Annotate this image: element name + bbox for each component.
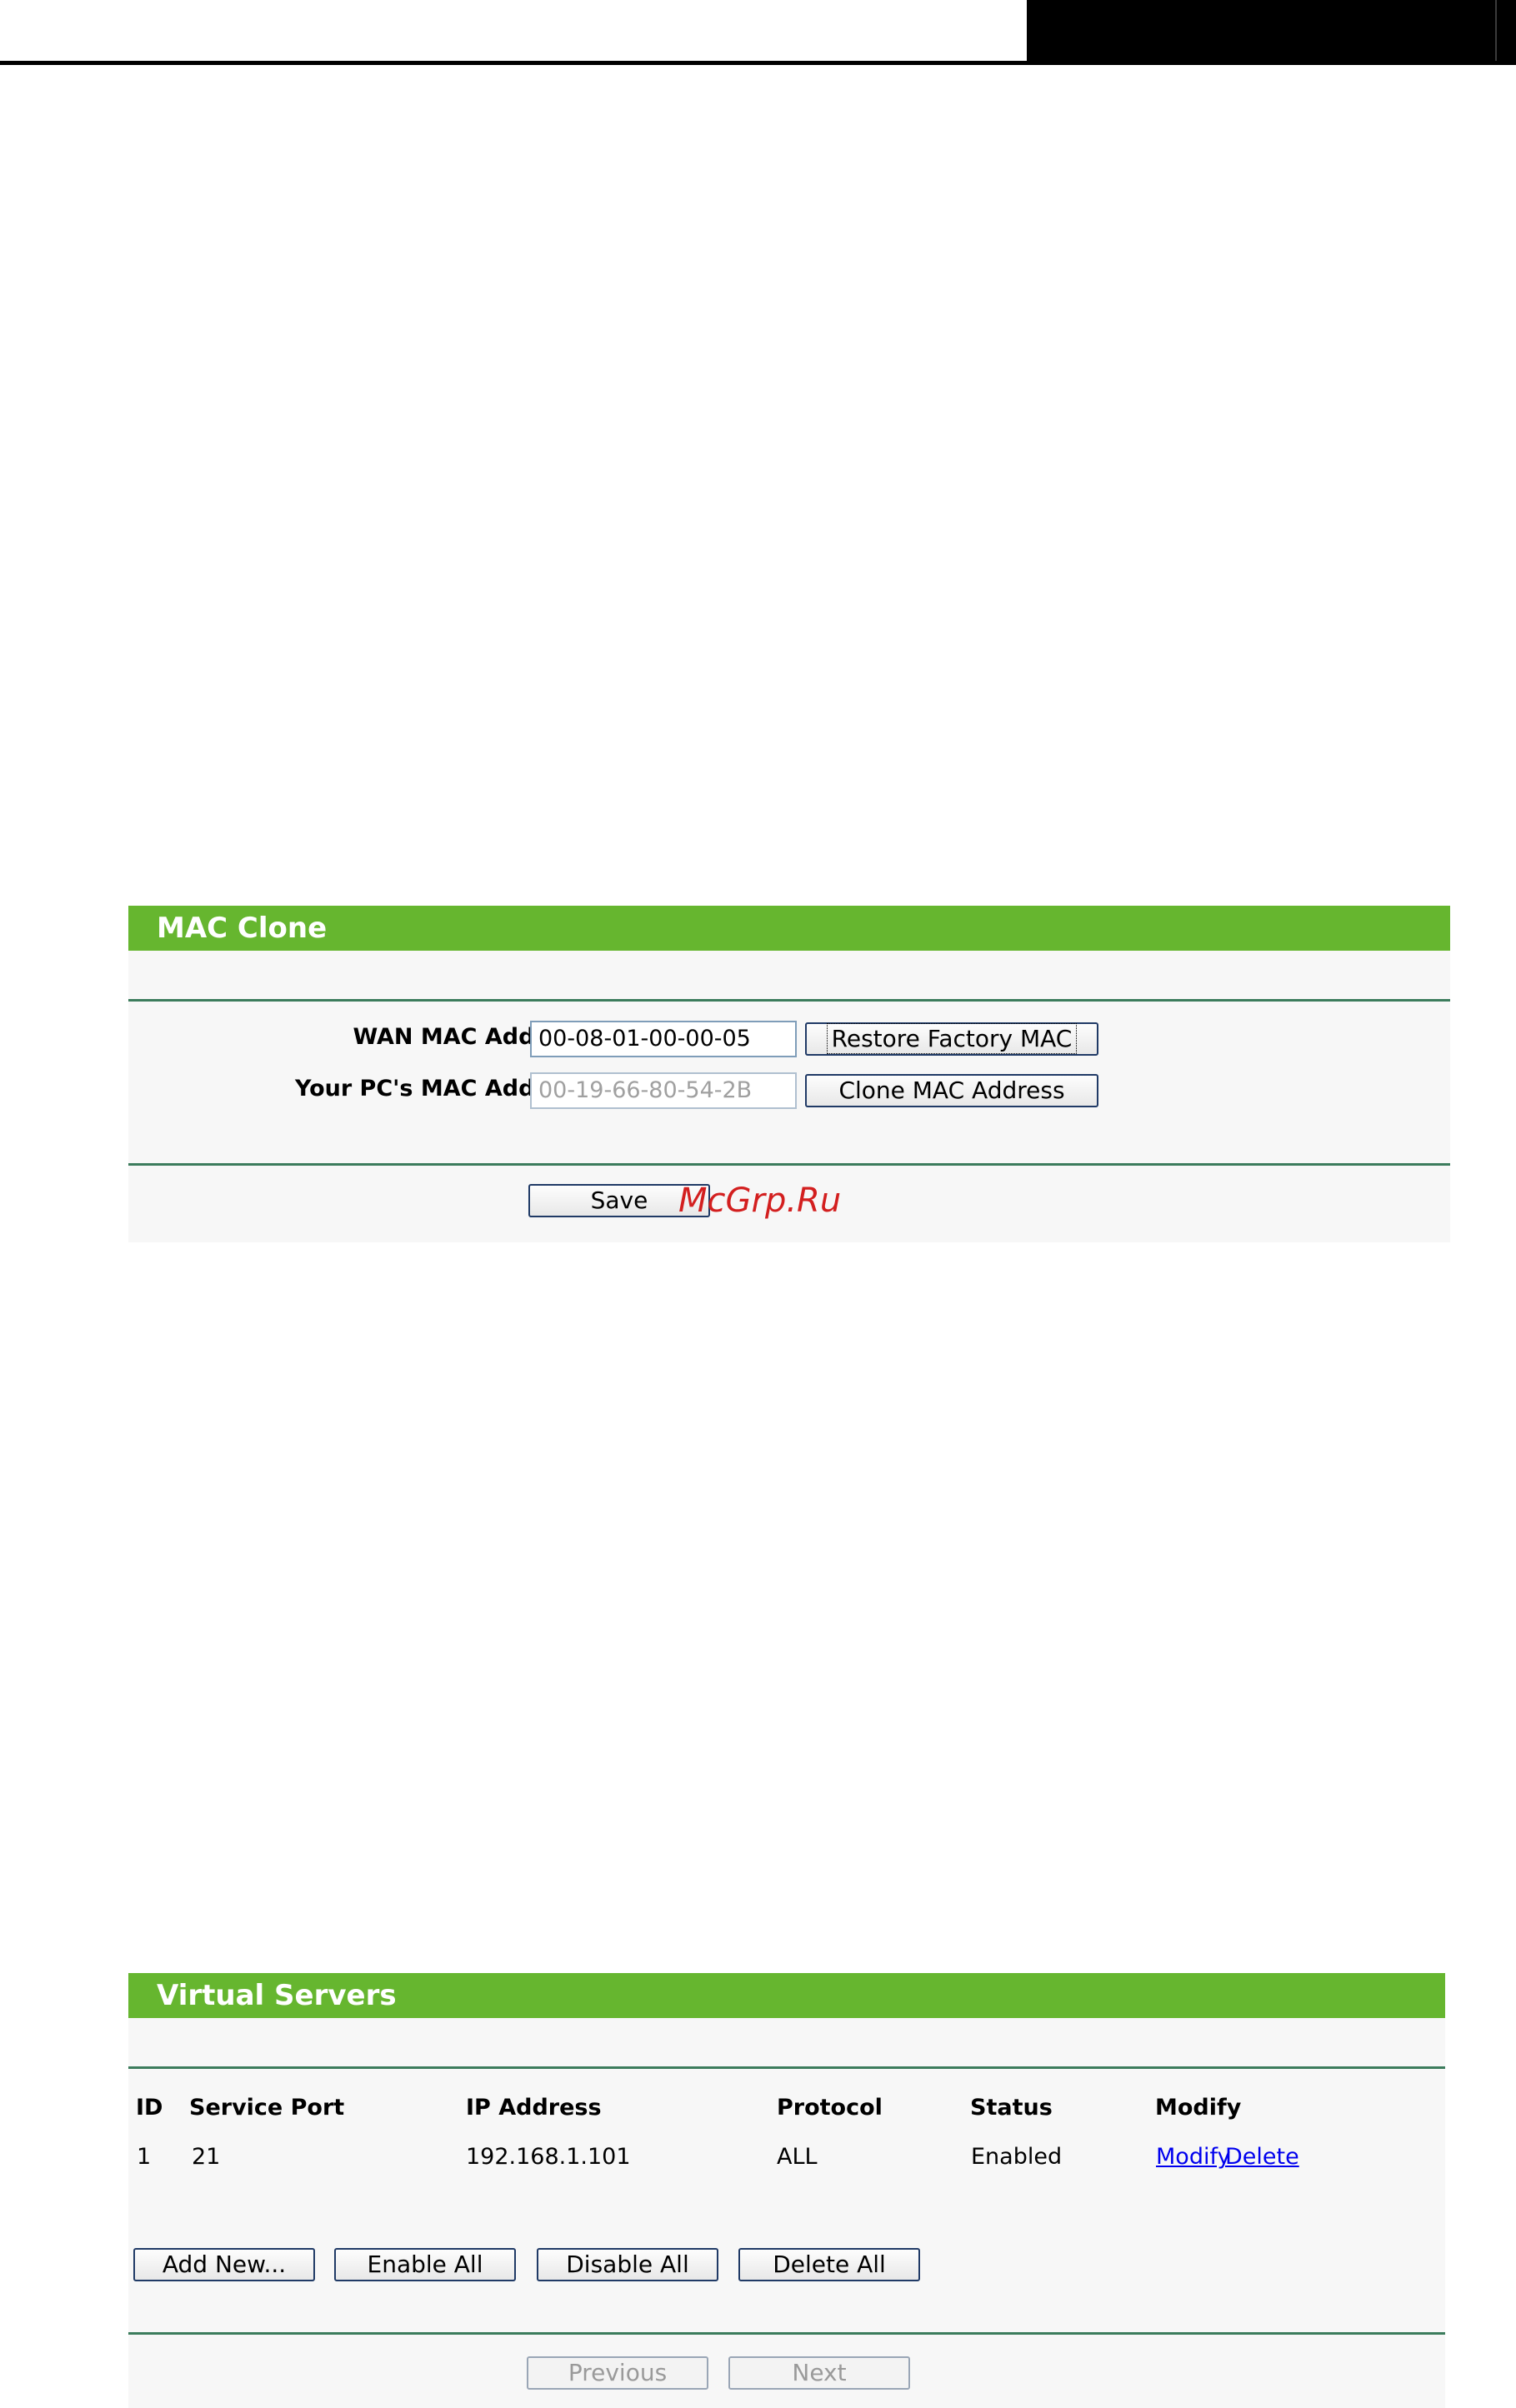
restore-factory-mac-label: Restore Factory MAC: [826, 1023, 1078, 1054]
cell-protocol: ALL: [777, 2144, 818, 2170]
delete-all-label: Delete All: [773, 2251, 886, 2278]
column-header-protocol: Protocol: [777, 2095, 883, 2121]
cell-service-port: 21: [192, 2144, 221, 2170]
column-header-id: ID: [136, 2095, 163, 2121]
clone-mac-address-button[interactable]: Clone MAC Address: [805, 1074, 1098, 1107]
enable-all-label: Enable All: [367, 2251, 483, 2278]
divider: [128, 2066, 1445, 2069]
divider: [128, 999, 1450, 1002]
modify-link[interactable]: Modify: [1156, 2144, 1230, 2170]
virtual-servers-title: Virtual Servers: [128, 1973, 1445, 2018]
previous-button[interactable]: Previous: [527, 2356, 708, 2390]
clone-mac-address-label: Clone MAC Address: [838, 1077, 1065, 1104]
next-button[interactable]: Next: [728, 2356, 910, 2390]
enable-all-button[interactable]: Enable All: [334, 2248, 516, 2281]
column-header-ip-address: IP Address: [466, 2095, 602, 2121]
column-header-service-port: Service Port: [189, 2095, 345, 2121]
pc-mac-input: 00-19-66-80-54-2B: [530, 1072, 797, 1109]
header-black-block: [1027, 0, 1516, 63]
disable-all-label: Disable All: [566, 2251, 689, 2278]
delete-all-button[interactable]: Delete All: [738, 2248, 920, 2281]
save-label: Save: [590, 1187, 648, 1214]
header-rule: [0, 61, 1516, 65]
column-header-status: Status: [970, 2095, 1053, 2121]
divider: [128, 2332, 1445, 2335]
next-label: Next: [792, 2359, 847, 2386]
divider: [128, 1163, 1450, 1166]
delete-link[interactable]: Delete: [1225, 2144, 1299, 2170]
wan-mac-input[interactable]: 00-08-01-00-00-05: [530, 1021, 797, 1057]
cell-id: 1: [137, 2144, 152, 2170]
header-edge: [1495, 0, 1497, 63]
add-new-label: Add New...: [162, 2251, 287, 2278]
mac-clone-title: MAC Clone: [128, 906, 1450, 951]
column-header-modify: Modify: [1155, 2095, 1242, 2121]
previous-label: Previous: [568, 2359, 668, 2386]
watermark: McGrp.Ru: [678, 1182, 842, 1220]
virtual-servers-panel: Virtual Servers ID Service Port IP Addre…: [128, 1973, 1445, 2408]
disable-all-button[interactable]: Disable All: [537, 2248, 718, 2281]
add-new-button[interactable]: Add New...: [133, 2248, 315, 2281]
cell-ip-address: 192.168.1.101: [466, 2144, 631, 2170]
cell-status: Enabled: [971, 2144, 1063, 2170]
restore-factory-mac-button[interactable]: Restore Factory MAC: [805, 1022, 1098, 1056]
